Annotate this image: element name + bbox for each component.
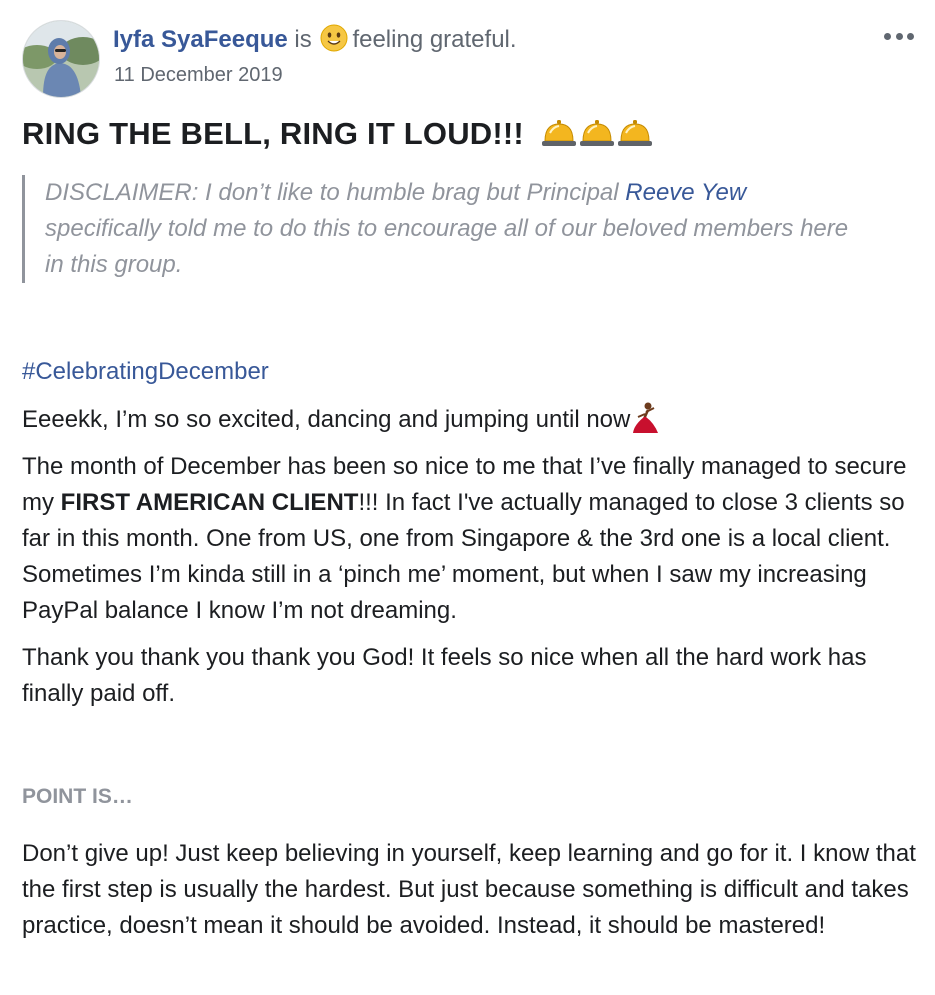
hashtag-line: #CelebratingDecember — [22, 354, 269, 390]
excited-text: Eeeekk, I’m so so excited, dancing and j… — [22, 406, 631, 433]
dancer-icon — [633, 402, 659, 433]
bellhop-bell-icon — [579, 120, 614, 146]
post: Iyfa SyaFeeque is feeling grateful. 11 D… — [0, 0, 935, 995]
bellhop-bell-icon — [617, 120, 652, 146]
dot-icon — [907, 32, 914, 40]
more-options-icon[interactable] — [884, 26, 914, 46]
excited-line: Eeeekk, I’m so so excited, dancing and j… — [22, 401, 660, 438]
smiling-face-icon — [320, 24, 348, 52]
paragraph-2: Thank you thank you thank you God! It fe… — [22, 644, 867, 707]
disclaimer-quote: DISCLAIMER: I don’t like to humble brag … — [22, 175, 852, 283]
feeling-text: feeling grateful. — [352, 26, 517, 53]
avatar[interactable] — [22, 20, 100, 98]
section-heading: POINT IS… — [22, 785, 133, 808]
is-word: is — [294, 26, 312, 53]
dot-icon — [884, 32, 891, 40]
author-name[interactable]: Iyfa SyaFeeque — [113, 26, 288, 53]
disclaimer-text: DISCLAIMER: I don’t like to humble brag … — [45, 179, 626, 206]
bellhop-bell-icon — [541, 120, 576, 146]
mention-link[interactable]: Reeve Yew — [625, 179, 746, 206]
headline: RING THE BELL, RING IT LOUD!!! — [22, 113, 653, 155]
dot-icon — [895, 32, 903, 40]
avatar-image — [23, 21, 99, 97]
paragraph-3: Don’t give up! Just keep believing in yo… — [22, 840, 916, 939]
headline-text: RING THE BELL, RING IT LOUD!!! — [22, 116, 524, 151]
disclaimer-text-continued: specifically told me to do this to encou… — [45, 215, 849, 278]
author-line: Iyfa SyaFeeque is feeling grateful. — [113, 24, 517, 56]
post-date[interactable]: 11 December 2019 — [114, 62, 283, 88]
highlight-text: FIRST AMERICAN CLIENT — [60, 489, 359, 516]
paragraph-1: The month of December has been so nice t… — [22, 449, 917, 629]
hashtag-link[interactable]: #CelebratingDecember — [22, 358, 269, 385]
